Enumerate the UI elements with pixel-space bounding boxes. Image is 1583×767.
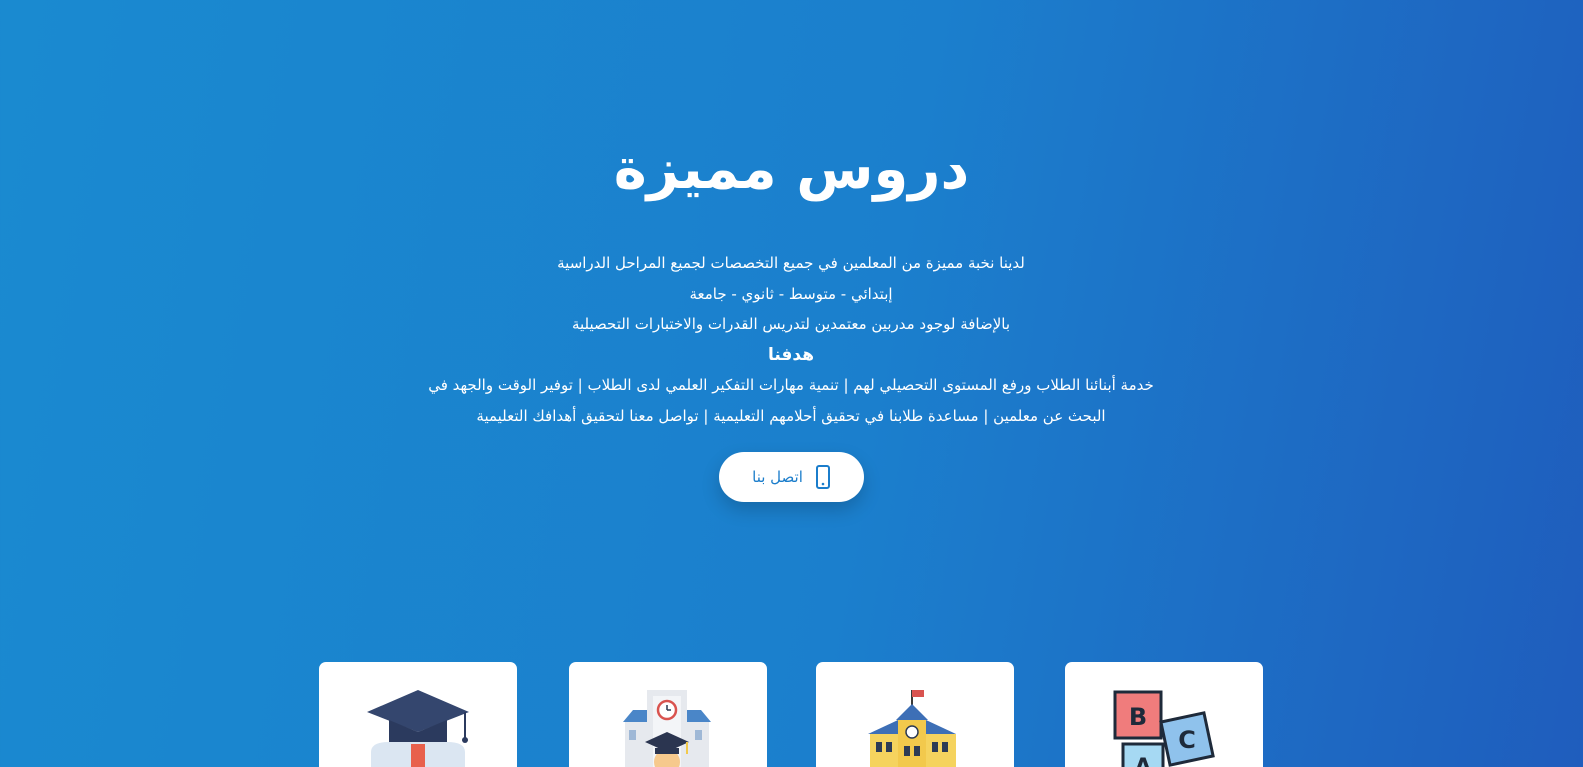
description-line: لدينا نخبة مميزة من المعلمين في جميع الت… <box>557 254 1025 272</box>
description-line: بالإضافة لوجود مدربين معتمدين لتدريس الق… <box>571 315 1011 333</box>
contact-us-label: اتصل بنا <box>752 468 803 486</box>
card-school[interactable] <box>816 662 1014 767</box>
svg-text:B: B <box>1129 703 1147 731</box>
hero-description: لدينا نخبة مميزة من المعلمين في جميع الت… <box>391 248 1191 431</box>
cards-row: B C A <box>0 662 1583 767</box>
contact-us-button[interactable]: اتصل بنا <box>719 452 864 502</box>
card-graduation-cap[interactable] <box>319 662 517 767</box>
svg-text:C: C <box>1178 726 1196 754</box>
description-line: إبتدائي - متوسط - ثانوي - جامعة <box>689 284 893 303</box>
hero-title: دروس مميزة <box>613 137 970 202</box>
goal-line: خدمة أبنائنا الطلاب ورفع المستوى التحصيل… <box>428 376 1154 394</box>
school-building-icon <box>868 690 956 767</box>
graduate-student-building-icon <box>623 690 711 767</box>
svg-text:A: A <box>1134 755 1151 767</box>
mobile-phone-icon <box>815 465 831 489</box>
abc-blocks-icon: B C A <box>1113 690 1215 767</box>
card-graduate[interactable] <box>569 662 767 767</box>
card-abc-blocks[interactable]: B C A <box>1065 662 1263 767</box>
hero-section: دروس مميزة لدينا نخبة مميزة من المعلمين … <box>0 0 1583 767</box>
graduation-cap-icon <box>367 690 469 767</box>
goal-line: البحث عن معلمين | مساعدة طلابنا في تحقيق… <box>476 406 1106 425</box>
goal-title: هدفنا <box>767 344 815 365</box>
